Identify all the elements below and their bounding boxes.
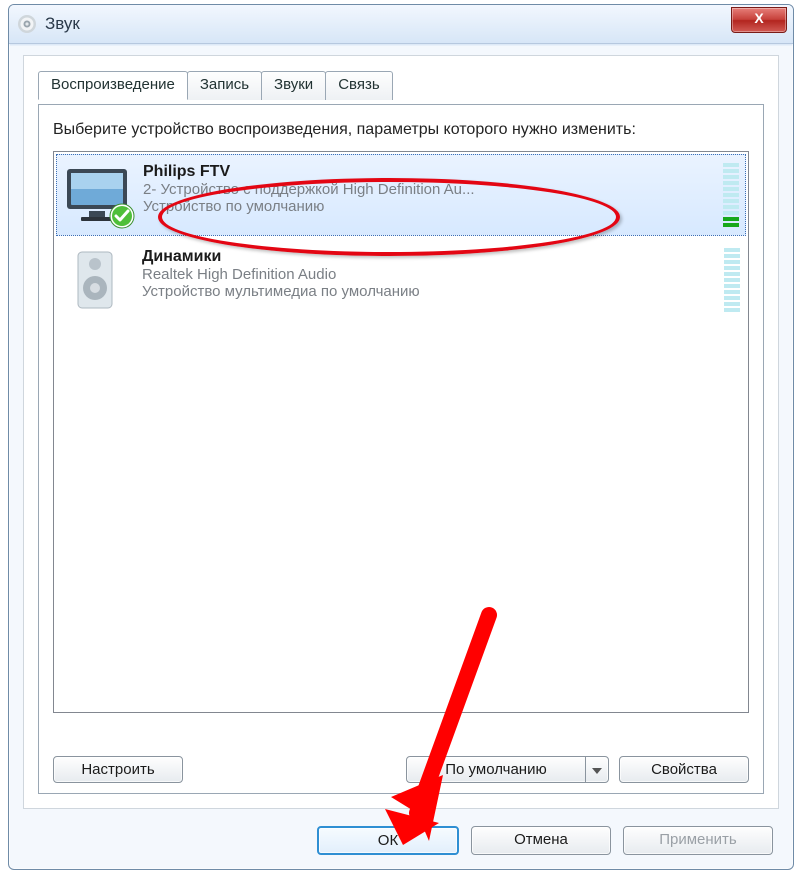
close-button[interactable]: X <box>731 7 787 33</box>
dialog-button-row: ОК Отмена Применить <box>317 826 773 855</box>
set-default-split-button[interactable]: По умолчанию <box>406 756 609 783</box>
sound-dialog-window: Звук X Воспроизведение Запись Звуки Связ… <box>8 4 794 870</box>
default-check-icon <box>109 203 135 229</box>
cancel-button[interactable]: Отмена <box>471 826 611 855</box>
set-default-dropdown[interactable] <box>586 757 608 782</box>
tab-sounds[interactable]: Звуки <box>261 71 326 100</box>
device-status: Устройство мультимедиа по умолчанию <box>142 283 718 300</box>
apply-button[interactable]: Применить <box>623 826 773 855</box>
sound-icon <box>17 14 37 34</box>
configure-button[interactable]: Настроить <box>53 756 183 783</box>
device-status: Устройство по умолчанию <box>143 198 717 215</box>
playback-panel: Выберите устройство воспроизведения, пар… <box>38 104 764 794</box>
tab-strip: Воспроизведение Запись Звуки Связь <box>38 70 778 99</box>
tab-recording[interactable]: Запись <box>187 71 262 100</box>
chevron-down-icon <box>592 761 602 778</box>
close-icon: X <box>754 10 763 26</box>
speaker-icon <box>62 248 134 312</box>
panel-button-row: Настроить По умолчанию Свойства <box>53 756 749 783</box>
titlebar[interactable]: Звук X <box>9 5 793 44</box>
set-default-button: По умолчанию <box>407 757 586 782</box>
instruction-text: Выберите устройство воспроизведения, пар… <box>53 119 749 141</box>
device-desc: 2- Устройство с поддержкой High Definiti… <box>143 181 717 198</box>
properties-button[interactable]: Свойства <box>619 756 749 783</box>
device-item-philips[interactable]: Philips FTV 2- Устройство с поддержкой H… <box>56 154 746 236</box>
device-name: Динамики <box>142 248 718 266</box>
ok-button[interactable]: ОК <box>317 826 459 855</box>
tab-communications[interactable]: Связь <box>325 71 392 100</box>
tab-playback[interactable]: Воспроизведение <box>38 71 188 100</box>
level-meter <box>723 163 739 227</box>
window-title: Звук <box>45 14 80 34</box>
device-list[interactable]: Philips FTV 2- Устройство с поддержкой H… <box>53 151 749 713</box>
monitor-icon <box>63 163 135 227</box>
device-desc: Realtek High Definition Audio <box>142 266 718 283</box>
level-meter <box>724 248 740 312</box>
client-area: Воспроизведение Запись Звуки Связь Выбер… <box>23 55 779 809</box>
device-item-speakers[interactable]: Динамики Realtek High Definition Audio У… <box>54 238 748 322</box>
device-name: Philips FTV <box>143 163 717 181</box>
